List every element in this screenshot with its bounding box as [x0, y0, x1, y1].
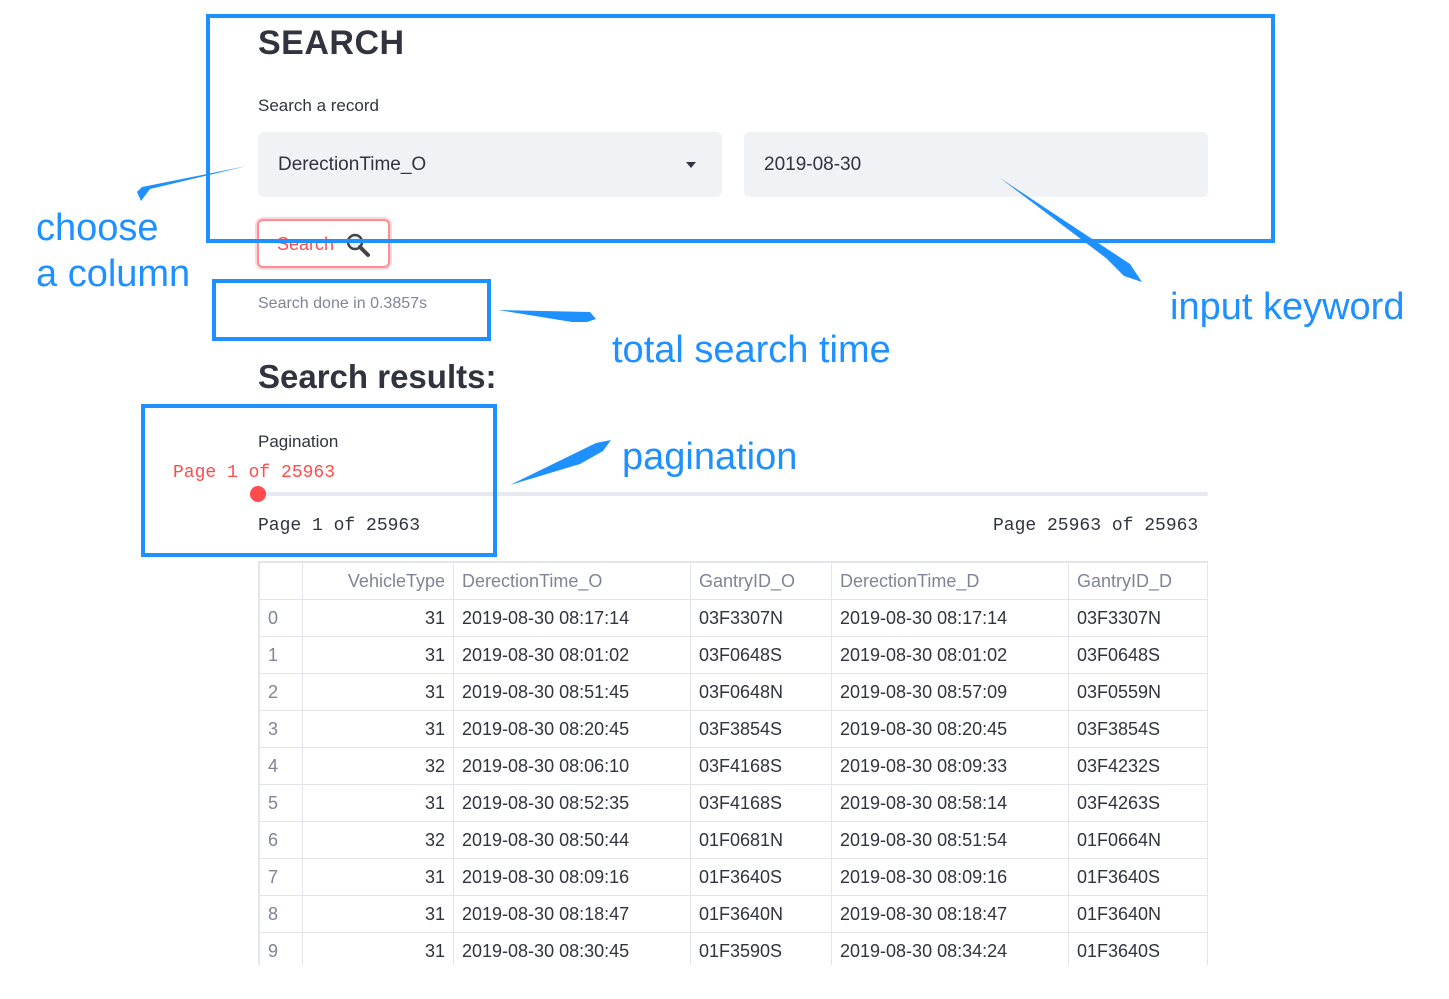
annotation-choose-column-line2: a column: [36, 253, 191, 295]
arrow-total-search-time: [498, 310, 596, 322]
annotation-pagination: pagination: [622, 436, 798, 478]
annotation-input-keyword: input keyword: [1170, 286, 1405, 328]
arrow-choose-column: [137, 166, 247, 201]
annotation-choose-column-line1: choose: [36, 207, 159, 249]
arrow-pagination: [510, 440, 611, 485]
arrow-input-keyword: [1000, 178, 1142, 282]
annotation-total-search-time: total search time: [612, 329, 891, 371]
annotation-arrows: [137, 166, 1142, 485]
